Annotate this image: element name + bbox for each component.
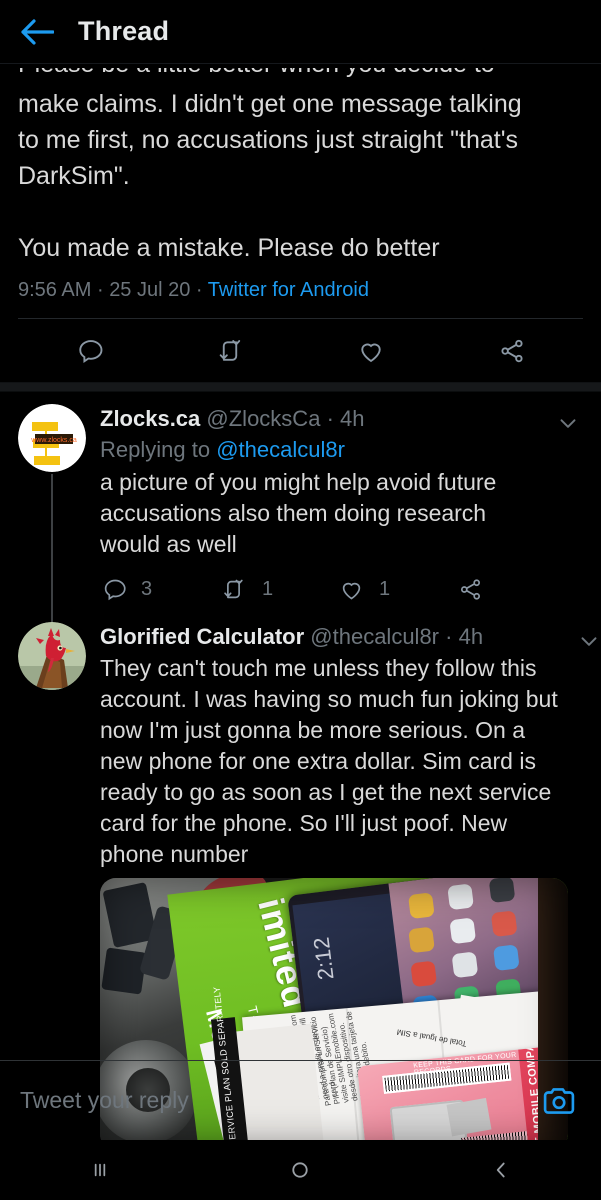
heart-icon[interactable]: 1 [338,576,457,603]
meta-dot-2: · [195,279,203,301]
tweet-source-link[interactable]: Twitter for Android [208,279,369,301]
avatar-column: www.zlocks.ca [18,404,86,632]
like-count: 1 [379,577,391,600]
reply-header: Zlocks.ca @ZlocksCa · 4h [100,404,547,434]
tweet-meta: 9:56 AM · 25 Jul 20 · Twitter for Androi… [18,276,583,304]
tweet-time: 9:56 AM [18,279,92,301]
tweet-line-1: make claims. I didn't get one message ta… [18,90,522,118]
reply-timestamp[interactable]: 4h [340,406,364,431]
clipped-tweet-text: Please be a little better when you decid… [18,68,495,82]
zlocks-avatar[interactable]: www.zlocks.ca [18,404,86,472]
main-tweet-text: make claims. I didn't get one message ta… [18,86,583,266]
back-chevron-icon[interactable] [401,1157,601,1183]
reply-content: Zlocks.ca @ZlocksCa · 4h Replying to @th… [86,404,583,618]
reply-dot: · [326,406,334,431]
replying-to-handle[interactable]: @thecalcul8r [216,437,345,462]
recents-icon[interactable] [0,1157,200,1183]
reply-icon[interactable] [18,336,159,366]
main-tweet: Please be a little better when you decid… [0,68,601,304]
android-navigation-bar [0,1140,601,1200]
reply-action-bar: 3 1 1 [100,560,547,618]
tweet-date: 25 Jul 20 [109,279,191,301]
camera-icon[interactable] [537,1079,581,1123]
tweet-paragraph-gap [18,194,583,230]
heart-icon[interactable] [301,336,442,366]
tweet-line-3: DarkSim". [18,162,130,190]
share-icon[interactable] [442,336,583,366]
reply-timestamp[interactable]: 4h [459,624,483,649]
twitter-thread-screen: Thread Please be a little better when yo… [0,0,601,1200]
tweet-line-2: to me first, no accusations just straigh… [18,126,518,154]
section-divider [0,382,601,392]
retweet-icon[interactable]: 1 [219,576,338,603]
chevron-down-icon[interactable] [555,410,581,436]
reply-dot: · [445,624,453,649]
tweet-line-4: You made a mistake. Please do better [18,234,440,262]
share-icon[interactable] [457,576,547,603]
reply-header: Glorified Calculator @thecalcul8r · 4h [100,622,568,652]
svg-text:www.zlocks.ca: www.zlocks.ca [30,437,77,444]
reply-tweet-zlocks[interactable]: www.zlocks.ca Zlocks.ca @ZlocksCa · 4h R… [0,392,601,632]
retweet-icon[interactable] [159,336,300,366]
reply-count: 3 [141,577,153,600]
replying-to-label: Replying to [100,437,211,462]
reply-handle[interactable]: @ZlocksCa [206,406,320,431]
reply-input[interactable]: Tweet your reply [20,1087,537,1114]
reply-icon[interactable]: 3 [100,576,219,603]
home-circle-icon[interactable] [200,1157,400,1183]
main-tweet-action-bar [18,318,583,382]
chevron-down-icon[interactable] [576,628,601,654]
reply-text: a picture of you might help avoid future… [100,469,497,557]
clipped-tweet-line: Please be a little better when you decid… [18,68,583,86]
rooster-avatar[interactable] [18,622,86,690]
page-title: Thread [78,16,170,46]
app-header: Thread [0,0,601,64]
reply-text: They can't touch me unless they follow t… [100,655,558,867]
arrow-left-icon[interactable] [18,13,56,51]
replying-to-row: Replying to @thecalcul8r [100,434,547,466]
reply-composer[interactable]: Tweet your reply [0,1060,601,1140]
reply-display-name[interactable]: Glorified Calculator [100,624,304,649]
meta-dot-1: · [96,279,104,301]
reply-display-name[interactable]: Zlocks.ca [100,406,200,431]
retweet-count: 1 [262,577,274,600]
thread-connector-line [51,474,53,632]
reply-handle[interactable]: @thecalcul8r [310,624,439,649]
